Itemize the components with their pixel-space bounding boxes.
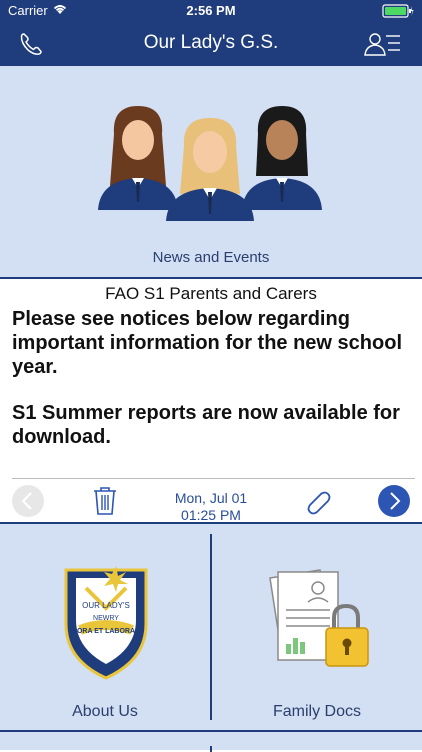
family-docs-tile[interactable]: Family Docs [212, 524, 422, 730]
school-crest-icon: OUR LADY'S NEWRY ORA ET LABORA [64, 566, 148, 680]
status-bar: Carrier 2:56 PM [0, 0, 422, 22]
crest-text-bottom: ORA ET LABORA [77, 628, 135, 635]
message-date: Mon, Jul 01 [174, 490, 248, 506]
message-body: Please see notices below regarding impor… [12, 307, 412, 471]
message-content: FAO S1 Parents and Carers Please see not… [0, 279, 422, 479]
chevron-right-icon [390, 492, 401, 510]
about-us-tile[interactable]: OUR LADY'S NEWRY ORA ET LABORA About Us [0, 524, 210, 730]
crest-text-top: OUR LADY'S [82, 601, 130, 610]
family-docs-icon [269, 569, 369, 667]
chevron-left-icon [21, 492, 32, 510]
about-us-label: About Us [72, 703, 138, 720]
grid-divider-horizontal [0, 730, 422, 732]
message-toolbar: Mon, Jul 01 01:25 PM [0, 480, 422, 524]
news-and-events-label: News and Events [152, 249, 270, 266]
next-button[interactable] [378, 485, 410, 517]
message-heading: FAO S1 Parents and Carers [105, 284, 317, 303]
grid-divider-lower [210, 746, 212, 752]
paperclip-icon[interactable] [302, 487, 332, 517]
battery-icon [382, 4, 414, 18]
crest-text-mid: NEWRY [93, 615, 119, 622]
previous-button[interactable] [12, 485, 44, 517]
status-time: 2:56 PM [186, 3, 236, 18]
page-title: Our Lady's G.S. [143, 32, 279, 53]
nav-bar: Our Lady's G.S. [0, 22, 422, 66]
message-time: 01:25 PM [181, 507, 241, 523]
message-paragraph: Please see notices below regarding impor… [12, 308, 402, 378]
message-paragraph: S1 Summer reports are now available for … [12, 402, 400, 448]
message-timestamp: Mon, Jul 01 01:25 PM [150, 490, 272, 524]
family-docs-label: Family Docs [272, 703, 361, 720]
news-and-events-panel[interactable]: News and Events [0, 66, 422, 279]
contacts-icon[interactable] [362, 31, 402, 57]
trash-icon[interactable] [92, 486, 118, 516]
students-illustration-icon [98, 106, 322, 221]
menu-grid: OUR LADY'S NEWRY ORA ET LABORA About Us … [0, 524, 422, 752]
divider [12, 478, 415, 479]
